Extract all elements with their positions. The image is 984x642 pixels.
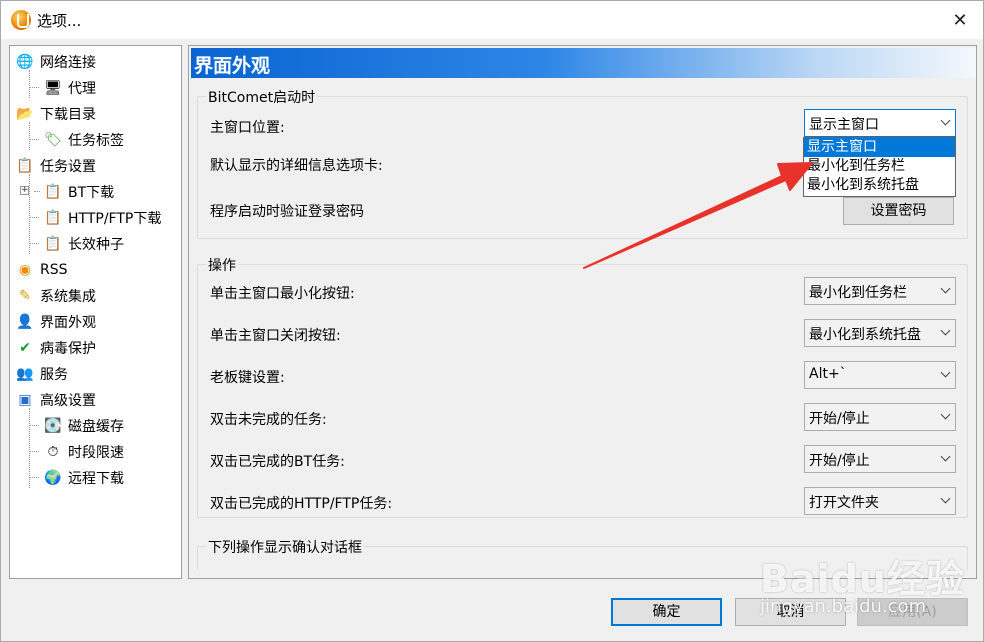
annotation-arrow-icon <box>583 162 813 269</box>
baidu-watermark-url: jingyan.baidu.com <box>760 596 927 617</box>
baidu-watermark: Baidu经验 <box>760 557 965 601</box>
